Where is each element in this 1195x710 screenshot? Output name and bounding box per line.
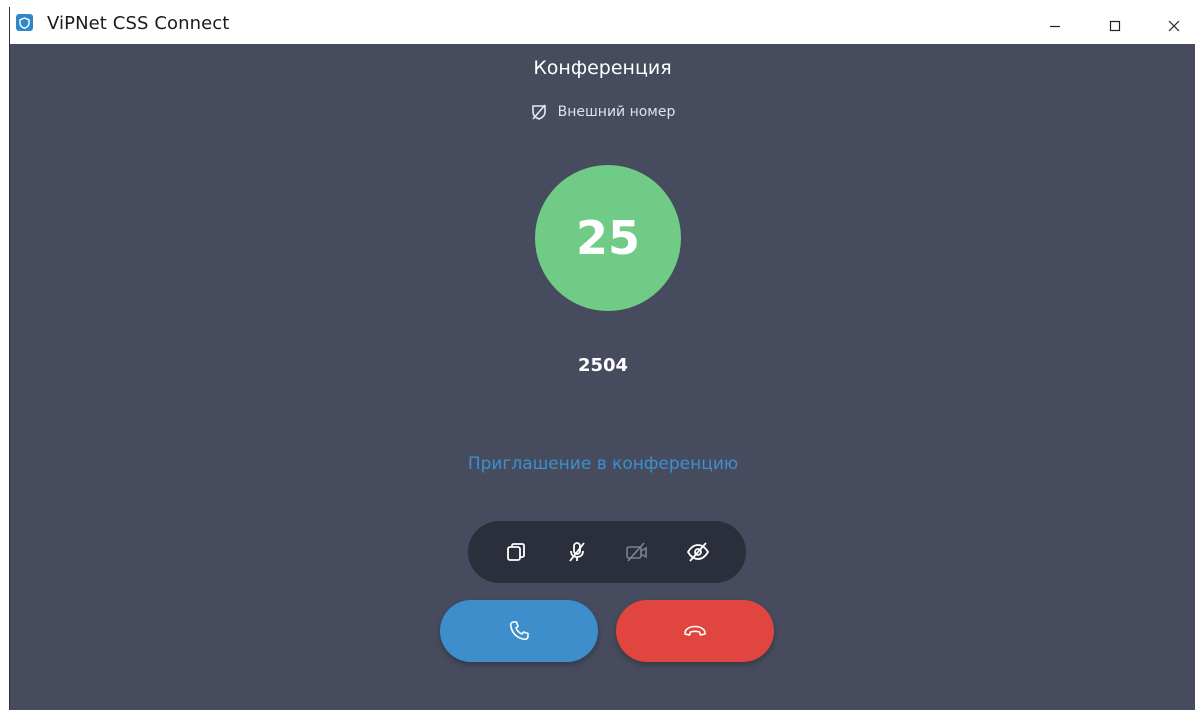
eye-off-icon	[686, 542, 709, 562]
caller-number: 2504	[577, 355, 629, 376]
app-window: ViPNet CSS Connect Конференция Внешний н…	[9, 7, 1195, 710]
external-number-label: Внешний номер	[557, 104, 676, 120]
maximize-icon	[1109, 20, 1121, 31]
maximize-button[interactable]	[1087, 7, 1143, 44]
external-number-row: Внешний номер	[10, 103, 1195, 121]
conference-title: Конференция	[533, 57, 672, 79]
windows-copy-icon	[507, 543, 526, 561]
answer-call-button[interactable]	[440, 600, 598, 662]
title-bar: ViPNet CSS Connect	[10, 7, 1195, 44]
hang-up-icon	[684, 625, 706, 636]
shield-off-icon	[531, 104, 546, 120]
close-button[interactable]	[1146, 7, 1195, 44]
vipnet-shield-icon	[16, 14, 33, 31]
hide-button[interactable]	[680, 534, 716, 570]
phone-icon	[509, 621, 529, 641]
video-off-icon	[626, 542, 648, 562]
hang-up-button[interactable]	[616, 600, 774, 662]
minimize-button[interactable]	[1027, 7, 1083, 44]
mic-off-icon	[569, 542, 585, 562]
close-icon	[1168, 20, 1180, 31]
invite-to-conference-link[interactable]: Приглашение в конференцию	[10, 454, 1195, 474]
minimize-icon	[1050, 25, 1060, 27]
toggle-video-button[interactable]	[619, 534, 655, 570]
mute-microphone-button[interactable]	[559, 534, 595, 570]
call-toolbar	[468, 521, 746, 583]
switch-window-button[interactable]	[498, 534, 534, 570]
window-title: ViPNet CSS Connect	[47, 13, 230, 34]
avatar: 25	[535, 165, 681, 311]
